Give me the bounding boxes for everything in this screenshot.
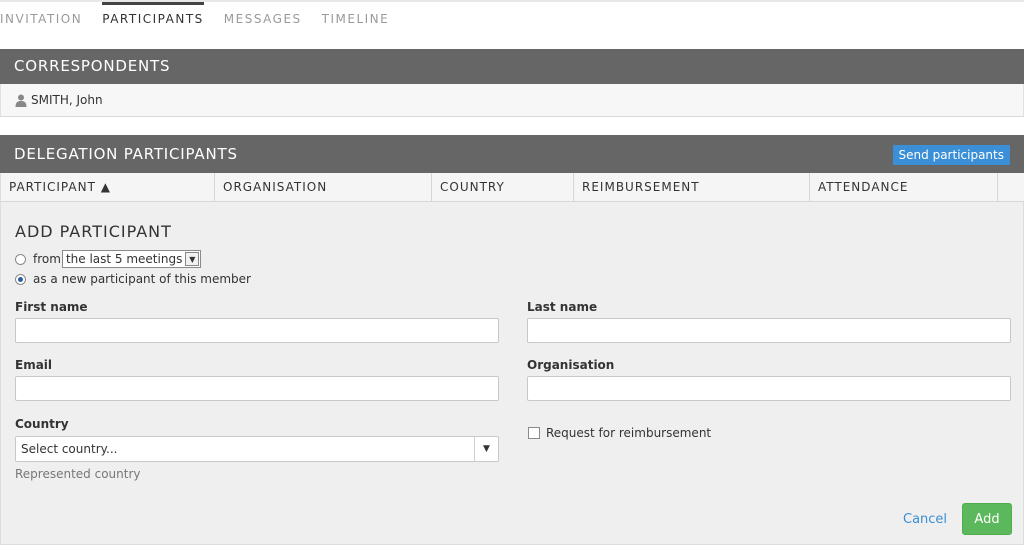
correspondent-name[interactable]: SMITH, John	[31, 93, 103, 107]
reimbursement-checkbox[interactable]	[528, 427, 540, 439]
country-select[interactable]: Select country... ▼	[15, 436, 499, 462]
chevron-down-icon[interactable]: ▼	[185, 252, 200, 266]
reimbursement-option[interactable]: Request for reimbursement	[528, 426, 711, 440]
email-field[interactable]	[15, 376, 499, 401]
first-name-field[interactable]	[15, 318, 499, 343]
radio-from-meetings[interactable]	[15, 253, 26, 265]
country-label: Country	[15, 417, 69, 431]
tab-participants[interactable]: PARTICIPANTS	[102, 2, 204, 36]
correspondents-list: SMITH, John	[0, 84, 1024, 117]
delegation-header: DELEGATION PARTICIPANTS	[0, 135, 1024, 173]
correspondents-header: CORRESPONDENTS	[0, 49, 1024, 84]
participants-table-header: PARTICIPANT ▲ ORGANISATION COUNTRY REIMB…	[0, 173, 1024, 202]
country-select-value: Select country...	[21, 442, 118, 456]
tab-messages[interactable]: MESSAGES	[224, 2, 302, 36]
person-icon	[15, 94, 27, 107]
send-participants-button[interactable]: Send participants	[892, 145, 1010, 165]
tab-invitation[interactable]: INVITATION	[0, 2, 82, 36]
column-participant[interactable]: PARTICIPANT ▲	[1, 173, 215, 202]
column-attendance[interactable]: ATTENDANCE	[810, 173, 998, 202]
email-label: Email	[15, 358, 53, 372]
tab-timeline[interactable]: TIMELINE	[322, 2, 390, 36]
chevron-down-icon[interactable]: ▼	[474, 437, 498, 461]
last-name-field[interactable]	[527, 318, 1011, 343]
country-hint: Represented country	[15, 467, 141, 481]
last-name-label: Last name	[527, 300, 598, 314]
option-new-participant[interactable]: as a new participant of this member	[15, 272, 251, 286]
column-organisation[interactable]: ORGANISATION	[215, 173, 432, 202]
organisation-label: Organisation	[527, 358, 615, 372]
radio-new-participant[interactable]	[15, 273, 26, 285]
organisation-field[interactable]	[527, 376, 1011, 401]
meetings-select-value: the last 5 meetings	[65, 252, 183, 266]
column-reimbursement[interactable]: REIMBURSEMENT	[574, 173, 810, 202]
column-country[interactable]: COUNTRY	[432, 173, 574, 202]
add-button[interactable]: Add	[962, 503, 1012, 535]
first-name-label: First name	[15, 300, 88, 314]
tab-bar: INVITATION PARTICIPANTS MESSAGES TIMELIN…	[0, 2, 409, 36]
reimbursement-label: Request for reimbursement	[546, 426, 712, 440]
add-participant-title: ADD PARTICIPANT	[15, 222, 172, 241]
option-from-meetings[interactable]: from the last 5 meetings ▼	[15, 250, 202, 268]
option-new-label: as a new participant of this member	[33, 272, 251, 286]
add-participant-panel: ADD PARTICIPANT from the last 5 meetings…	[0, 202, 1024, 545]
column-actions	[998, 173, 1024, 202]
meetings-select[interactable]: the last 5 meetings ▼	[61, 250, 202, 268]
option-from-label: from	[33, 252, 61, 266]
cancel-link[interactable]: Cancel	[903, 512, 947, 527]
